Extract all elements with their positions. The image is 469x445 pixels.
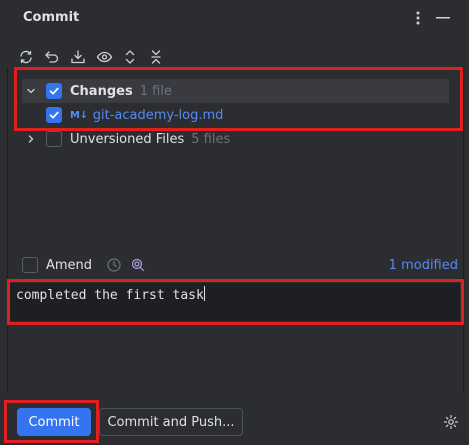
minimize-icon <box>436 17 450 19</box>
changes-group-row[interactable]: Changes 1 file <box>22 79 449 103</box>
amend-row: Amend 1 modified <box>22 254 462 276</box>
panel-header: Commit <box>0 0 469 38</box>
changes-count: 1 file <box>139 83 172 99</box>
unversioned-label: Unversioned Files <box>70 131 185 147</box>
commit-message-text: completed the first task <box>16 286 205 303</box>
commit-and-push-button[interactable]: Commit and Push... <box>99 408 243 436</box>
checkmark-icon <box>49 87 59 95</box>
expand-all-button[interactable] <box>118 46 142 68</box>
commit-panel: Commit Changes 1 file M↓ git-academy-log… <box>0 0 469 445</box>
amend-label: Amend <box>46 257 93 273</box>
show-diff-icon <box>96 51 112 63</box>
file-checkbox[interactable] <box>46 107 62 123</box>
text-caret <box>203 286 205 301</box>
rollback-icon <box>45 51 59 63</box>
collapse-all-button[interactable] <box>144 46 168 68</box>
unversioned-count: 5 files <box>191 131 231 147</box>
checkmark-icon <box>49 111 59 119</box>
more-options-button[interactable] <box>407 6 429 30</box>
commit-toolbar <box>14 46 168 68</box>
ai-assistant-icon[interactable] <box>129 256 147 274</box>
clock-icon[interactable] <box>105 256 123 274</box>
show-diff-button[interactable] <box>92 46 116 68</box>
shelve-button[interactable] <box>66 46 90 68</box>
markdown-file-icon: M↓ <box>70 109 88 121</box>
shelve-icon <box>71 50 85 64</box>
expand-all-icon <box>125 50 135 64</box>
commit-button[interactable]: Commit <box>17 408 91 436</box>
gear-icon[interactable] <box>442 413 460 431</box>
rollback-button[interactable] <box>40 46 64 68</box>
unversioned-group-row[interactable]: Unversioned Files 5 files <box>22 127 230 151</box>
chevron-right-icon[interactable] <box>24 132 38 146</box>
panel-title: Commit <box>23 10 80 25</box>
changes-checkbox[interactable] <box>46 83 62 99</box>
refresh-icon <box>20 50 32 64</box>
refresh-button[interactable] <box>14 46 38 68</box>
file-row[interactable]: M↓ git-academy-log.md <box>46 103 223 127</box>
commit-message-field[interactable]: completed the first task <box>10 283 460 321</box>
more-vertical-icon <box>416 11 420 25</box>
changes-label: Changes <box>70 83 133 99</box>
unversioned-checkbox[interactable] <box>46 131 62 147</box>
collapse-all-icon <box>151 50 161 64</box>
chevron-down-icon[interactable] <box>24 84 38 98</box>
amend-checkbox[interactable] <box>22 257 38 273</box>
hide-panel-button[interactable] <box>432 6 454 30</box>
modified-files-link[interactable]: 1 modified <box>389 258 458 273</box>
file-name: git-academy-log.md <box>92 107 224 123</box>
